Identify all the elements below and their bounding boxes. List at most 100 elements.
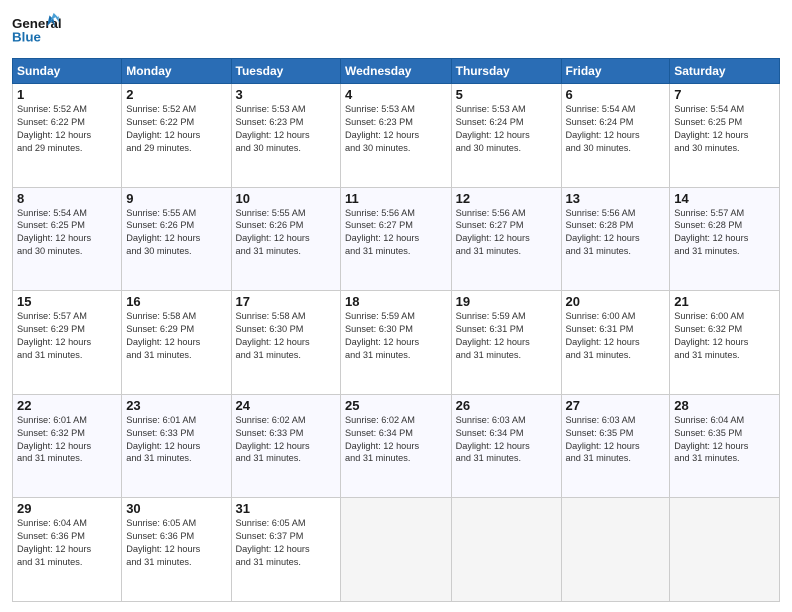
day-number: 31 bbox=[236, 501, 336, 516]
calendar-week-row: 22Sunrise: 6:01 AM Sunset: 6:32 PM Dayli… bbox=[13, 394, 780, 498]
calendar-day-cell: 24Sunrise: 6:02 AM Sunset: 6:33 PM Dayli… bbox=[231, 394, 340, 498]
calendar-day-cell: 20Sunrise: 6:00 AM Sunset: 6:31 PM Dayli… bbox=[561, 291, 670, 395]
calendar-day-cell: 29Sunrise: 6:04 AM Sunset: 6:36 PM Dayli… bbox=[13, 498, 122, 602]
day-number: 19 bbox=[456, 294, 557, 309]
weekday-header-cell: Friday bbox=[561, 59, 670, 84]
day-info: Sunrise: 6:05 AM Sunset: 6:37 PM Dayligh… bbox=[236, 517, 336, 569]
day-info: Sunrise: 6:04 AM Sunset: 6:36 PM Dayligh… bbox=[17, 517, 117, 569]
day-info: Sunrise: 5:57 AM Sunset: 6:28 PM Dayligh… bbox=[674, 207, 775, 259]
day-number: 17 bbox=[236, 294, 336, 309]
calendar-day-cell: 14Sunrise: 5:57 AM Sunset: 6:28 PM Dayli… bbox=[670, 187, 780, 291]
calendar-day-cell: 16Sunrise: 5:58 AM Sunset: 6:29 PM Dayli… bbox=[122, 291, 231, 395]
weekday-header-cell: Sunday bbox=[13, 59, 122, 84]
day-number: 16 bbox=[126, 294, 226, 309]
calendar-day-cell: 15Sunrise: 5:57 AM Sunset: 6:29 PM Dayli… bbox=[13, 291, 122, 395]
day-info: Sunrise: 5:59 AM Sunset: 6:31 PM Dayligh… bbox=[456, 310, 557, 362]
day-info: Sunrise: 5:54 AM Sunset: 6:25 PM Dayligh… bbox=[674, 103, 775, 155]
calendar-day-cell bbox=[451, 498, 561, 602]
day-info: Sunrise: 6:02 AM Sunset: 6:34 PM Dayligh… bbox=[345, 414, 447, 466]
day-number: 15 bbox=[17, 294, 117, 309]
calendar-day-cell: 25Sunrise: 6:02 AM Sunset: 6:34 PM Dayli… bbox=[341, 394, 452, 498]
day-number: 5 bbox=[456, 87, 557, 102]
logo-icon: General Blue bbox=[12, 10, 62, 50]
day-number: 20 bbox=[566, 294, 666, 309]
calendar-day-cell: 2Sunrise: 5:52 AM Sunset: 6:22 PM Daylig… bbox=[122, 84, 231, 188]
day-info: Sunrise: 5:52 AM Sunset: 6:22 PM Dayligh… bbox=[17, 103, 117, 155]
day-number: 9 bbox=[126, 191, 226, 206]
day-info: Sunrise: 6:00 AM Sunset: 6:32 PM Dayligh… bbox=[674, 310, 775, 362]
day-info: Sunrise: 6:03 AM Sunset: 6:34 PM Dayligh… bbox=[456, 414, 557, 466]
day-info: Sunrise: 5:58 AM Sunset: 6:30 PM Dayligh… bbox=[236, 310, 336, 362]
day-info: Sunrise: 6:00 AM Sunset: 6:31 PM Dayligh… bbox=[566, 310, 666, 362]
weekday-header-cell: Wednesday bbox=[341, 59, 452, 84]
calendar-week-row: 15Sunrise: 5:57 AM Sunset: 6:29 PM Dayli… bbox=[13, 291, 780, 395]
day-info: Sunrise: 6:04 AM Sunset: 6:35 PM Dayligh… bbox=[674, 414, 775, 466]
calendar-day-cell: 31Sunrise: 6:05 AM Sunset: 6:37 PM Dayli… bbox=[231, 498, 340, 602]
day-info: Sunrise: 5:54 AM Sunset: 6:25 PM Dayligh… bbox=[17, 207, 117, 259]
weekday-header-cell: Thursday bbox=[451, 59, 561, 84]
day-info: Sunrise: 5:59 AM Sunset: 6:30 PM Dayligh… bbox=[345, 310, 447, 362]
calendar-day-cell: 22Sunrise: 6:01 AM Sunset: 6:32 PM Dayli… bbox=[13, 394, 122, 498]
day-number: 29 bbox=[17, 501, 117, 516]
day-number: 3 bbox=[236, 87, 336, 102]
calendar-day-cell: 28Sunrise: 6:04 AM Sunset: 6:35 PM Dayli… bbox=[670, 394, 780, 498]
day-number: 4 bbox=[345, 87, 447, 102]
day-info: Sunrise: 6:01 AM Sunset: 6:32 PM Dayligh… bbox=[17, 414, 117, 466]
day-number: 28 bbox=[674, 398, 775, 413]
main-container: General Blue SundayMondayTuesdayWednesda… bbox=[0, 0, 792, 612]
weekday-header-cell: Saturday bbox=[670, 59, 780, 84]
day-info: Sunrise: 5:56 AM Sunset: 6:27 PM Dayligh… bbox=[456, 207, 557, 259]
day-number: 1 bbox=[17, 87, 117, 102]
day-number: 27 bbox=[566, 398, 666, 413]
calendar-day-cell: 3Sunrise: 5:53 AM Sunset: 6:23 PM Daylig… bbox=[231, 84, 340, 188]
calendar-week-row: 1Sunrise: 5:52 AM Sunset: 6:22 PM Daylig… bbox=[13, 84, 780, 188]
calendar-day-cell: 18Sunrise: 5:59 AM Sunset: 6:30 PM Dayli… bbox=[341, 291, 452, 395]
day-number: 7 bbox=[674, 87, 775, 102]
calendar-day-cell: 17Sunrise: 5:58 AM Sunset: 6:30 PM Dayli… bbox=[231, 291, 340, 395]
day-number: 23 bbox=[126, 398, 226, 413]
day-info: Sunrise: 5:56 AM Sunset: 6:27 PM Dayligh… bbox=[345, 207, 447, 259]
day-number: 8 bbox=[17, 191, 117, 206]
calendar-day-cell: 1Sunrise: 5:52 AM Sunset: 6:22 PM Daylig… bbox=[13, 84, 122, 188]
day-info: Sunrise: 5:54 AM Sunset: 6:24 PM Dayligh… bbox=[566, 103, 666, 155]
day-info: Sunrise: 5:55 AM Sunset: 6:26 PM Dayligh… bbox=[236, 207, 336, 259]
day-info: Sunrise: 6:02 AM Sunset: 6:33 PM Dayligh… bbox=[236, 414, 336, 466]
calendar-day-cell bbox=[561, 498, 670, 602]
calendar-day-cell: 26Sunrise: 6:03 AM Sunset: 6:34 PM Dayli… bbox=[451, 394, 561, 498]
calendar-body: 1Sunrise: 5:52 AM Sunset: 6:22 PM Daylig… bbox=[13, 84, 780, 602]
calendar-day-cell: 30Sunrise: 6:05 AM Sunset: 6:36 PM Dayli… bbox=[122, 498, 231, 602]
calendar-day-cell: 19Sunrise: 5:59 AM Sunset: 6:31 PM Dayli… bbox=[451, 291, 561, 395]
calendar-day-cell bbox=[670, 498, 780, 602]
calendar-day-cell: 23Sunrise: 6:01 AM Sunset: 6:33 PM Dayli… bbox=[122, 394, 231, 498]
weekday-header-cell: Tuesday bbox=[231, 59, 340, 84]
day-number: 14 bbox=[674, 191, 775, 206]
day-info: Sunrise: 5:53 AM Sunset: 6:23 PM Dayligh… bbox=[345, 103, 447, 155]
header: General Blue bbox=[12, 10, 780, 50]
calendar-day-cell: 8Sunrise: 5:54 AM Sunset: 6:25 PM Daylig… bbox=[13, 187, 122, 291]
logo: General Blue bbox=[12, 10, 62, 50]
calendar-day-cell: 13Sunrise: 5:56 AM Sunset: 6:28 PM Dayli… bbox=[561, 187, 670, 291]
day-number: 12 bbox=[456, 191, 557, 206]
day-info: Sunrise: 5:57 AM Sunset: 6:29 PM Dayligh… bbox=[17, 310, 117, 362]
calendar-week-row: 29Sunrise: 6:04 AM Sunset: 6:36 PM Dayli… bbox=[13, 498, 780, 602]
day-info: Sunrise: 6:03 AM Sunset: 6:35 PM Dayligh… bbox=[566, 414, 666, 466]
day-info: Sunrise: 5:53 AM Sunset: 6:24 PM Dayligh… bbox=[456, 103, 557, 155]
day-info: Sunrise: 5:52 AM Sunset: 6:22 PM Dayligh… bbox=[126, 103, 226, 155]
day-number: 30 bbox=[126, 501, 226, 516]
day-number: 10 bbox=[236, 191, 336, 206]
calendar-table: SundayMondayTuesdayWednesdayThursdayFrid… bbox=[12, 58, 780, 602]
day-number: 2 bbox=[126, 87, 226, 102]
day-number: 18 bbox=[345, 294, 447, 309]
calendar-day-cell: 6Sunrise: 5:54 AM Sunset: 6:24 PM Daylig… bbox=[561, 84, 670, 188]
day-info: Sunrise: 5:55 AM Sunset: 6:26 PM Dayligh… bbox=[126, 207, 226, 259]
day-number: 26 bbox=[456, 398, 557, 413]
day-info: Sunrise: 5:53 AM Sunset: 6:23 PM Dayligh… bbox=[236, 103, 336, 155]
day-number: 13 bbox=[566, 191, 666, 206]
svg-text:Blue: Blue bbox=[12, 29, 41, 44]
calendar-day-cell bbox=[341, 498, 452, 602]
day-info: Sunrise: 5:56 AM Sunset: 6:28 PM Dayligh… bbox=[566, 207, 666, 259]
calendar-day-cell: 5Sunrise: 5:53 AM Sunset: 6:24 PM Daylig… bbox=[451, 84, 561, 188]
calendar-day-cell: 10Sunrise: 5:55 AM Sunset: 6:26 PM Dayli… bbox=[231, 187, 340, 291]
day-number: 24 bbox=[236, 398, 336, 413]
day-number: 22 bbox=[17, 398, 117, 413]
